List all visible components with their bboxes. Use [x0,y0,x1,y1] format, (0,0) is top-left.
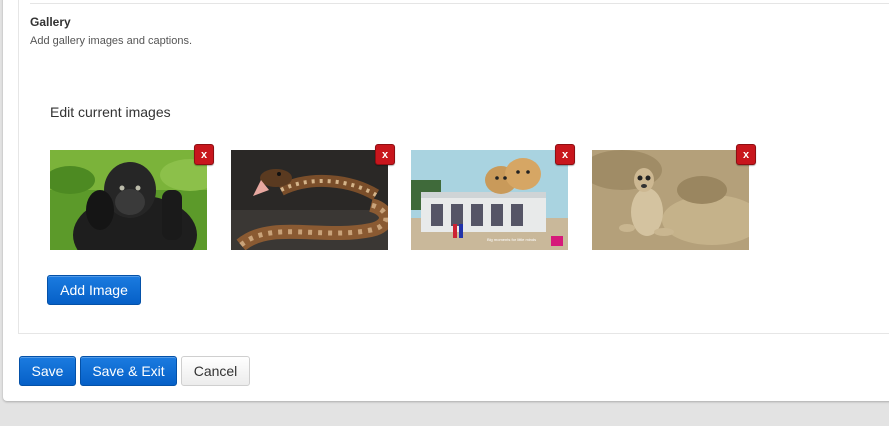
remove-image-button[interactable]: x [194,144,214,165]
section-description: Add gallery images and captions. [30,35,193,47]
gallery-image-meerkat[interactable] [592,150,749,250]
banner-text: Big moments for little minds [487,237,537,242]
section-title: Gallery [30,15,71,29]
divider [30,3,889,4]
remove-image-button[interactable]: x [736,144,756,165]
remove-image-button[interactable]: x [375,144,395,165]
cancel-button[interactable]: Cancel [181,356,250,386]
gallery-image-gorilla[interactable] [50,150,207,250]
save-button[interactable]: Save [19,356,76,386]
add-image-button[interactable]: Add Image [47,275,141,305]
edit-images-heading: Edit current images [50,104,171,120]
save-exit-button[interactable]: Save & Exit [80,356,177,386]
remove-image-button[interactable]: x [555,144,575,165]
gallery-image-lion-cubs[interactable]: Big moments for little minds [411,150,568,250]
gallery-image-snake[interactable] [231,150,388,250]
